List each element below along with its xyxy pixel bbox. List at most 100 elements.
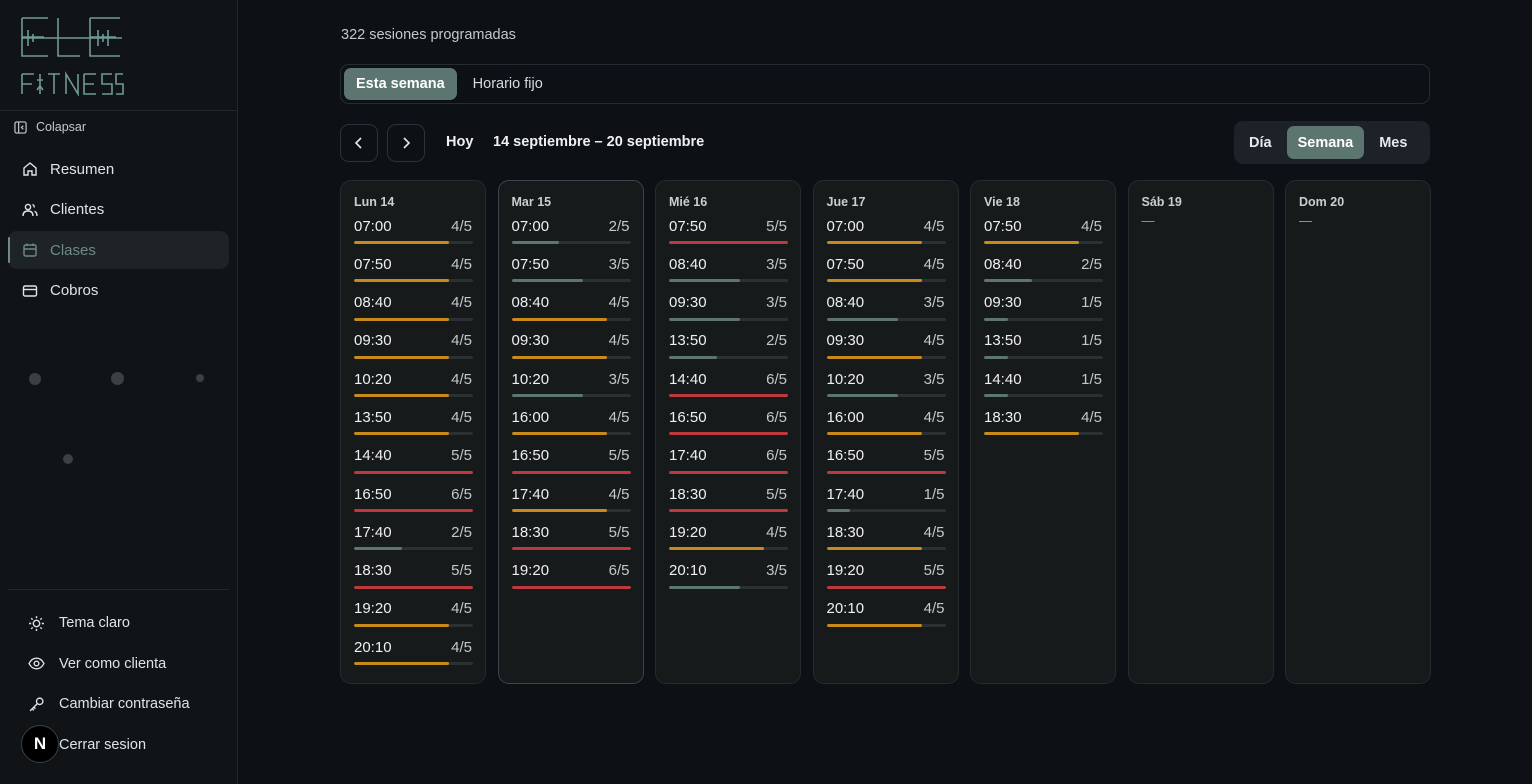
class-session[interactable]: 18:30 5/5 bbox=[354, 560, 473, 598]
session-row: 13:50 2/5 bbox=[669, 330, 787, 352]
session-capacity: 5/5 bbox=[451, 562, 472, 580]
class-session[interactable]: 18:30 5/5 bbox=[511, 521, 631, 559]
session-row: 16:50 5/5 bbox=[827, 445, 945, 467]
class-session[interactable]: 14:40 5/5 bbox=[354, 445, 473, 483]
capacity-bar-fill bbox=[511, 547, 631, 551]
session-capacity: 3/5 bbox=[608, 255, 630, 273]
date-range: 14 septiembre – 20 septiembre bbox=[493, 134, 705, 150]
session-row: 07:50 3/5 bbox=[512, 253, 630, 275]
class-session[interactable]: 19:20 4/5 bbox=[669, 521, 788, 559]
capacity-bar-fill bbox=[669, 585, 741, 589]
class-session[interactable]: 20:10 4/5 bbox=[354, 636, 473, 674]
day-title: Mié 16 bbox=[669, 195, 708, 209]
nav-item-clases[interactable]: Clases bbox=[8, 231, 229, 269]
class-session[interactable]: 18:30 4/5 bbox=[984, 406, 1103, 444]
capacity-bar-fill bbox=[669, 279, 741, 283]
class-session[interactable]: 16:00 4/5 bbox=[511, 406, 631, 444]
class-session[interactable]: 07:50 4/5 bbox=[354, 253, 473, 291]
session-row: 20:10 4/5 bbox=[354, 636, 472, 658]
class-session[interactable]: 19:20 4/5 bbox=[354, 598, 473, 636]
class-session[interactable]: 13:50 1/5 bbox=[984, 330, 1103, 368]
class-session[interactable]: 13:50 4/5 bbox=[354, 406, 473, 444]
class-session[interactable]: 08:40 3/5 bbox=[669, 253, 788, 291]
capacity-bar bbox=[984, 279, 1103, 283]
capacity-bar bbox=[826, 317, 946, 321]
class-session[interactable]: 07:50 4/5 bbox=[984, 215, 1103, 253]
capacity-bar bbox=[354, 585, 473, 589]
capacity-bar bbox=[826, 470, 946, 474]
class-session[interactable]: 17:40 6/5 bbox=[669, 445, 788, 483]
class-session[interactable]: 13:50 2/5 bbox=[669, 330, 788, 368]
class-session[interactable]: 07:50 5/5 bbox=[669, 215, 788, 253]
session-row: 18:30 4/5 bbox=[984, 406, 1102, 428]
session-time: 07:50 bbox=[354, 255, 392, 273]
class-session[interactable]: 17:40 4/5 bbox=[511, 483, 631, 521]
capacity-bar-fill bbox=[826, 279, 922, 283]
class-session[interactable]: 16:50 6/5 bbox=[354, 483, 473, 521]
class-session[interactable]: 16:50 5/5 bbox=[826, 445, 946, 483]
session-time: 16:50 bbox=[669, 408, 707, 426]
session-capacity: 3/5 bbox=[766, 255, 787, 273]
view-month-button[interactable]: Mes bbox=[1368, 126, 1418, 159]
class-session[interactable]: 08:40 2/5 bbox=[984, 253, 1103, 291]
class-session[interactable]: 08:40 4/5 bbox=[354, 292, 473, 330]
view-day-button[interactable]: Día bbox=[1238, 126, 1283, 159]
nav-item-clientes[interactable]: Clientes bbox=[8, 191, 229, 229]
session-row: 20:10 4/5 bbox=[827, 598, 945, 620]
user-avatar[interactable]: N bbox=[21, 725, 59, 763]
class-session[interactable]: 08:40 3/5 bbox=[826, 292, 946, 330]
class-session[interactable]: 20:10 4/5 bbox=[826, 598, 946, 636]
class-session[interactable]: 16:00 4/5 bbox=[826, 406, 946, 444]
class-session[interactable]: 07:50 3/5 bbox=[511, 253, 631, 291]
class-session[interactable]: 09:30 4/5 bbox=[354, 330, 473, 368]
session-row: 08:40 2/5 bbox=[984, 253, 1102, 275]
class-session[interactable]: 20:10 3/5 bbox=[669, 560, 788, 598]
today-button[interactable]: Hoy bbox=[446, 134, 473, 150]
class-session[interactable]: 14:40 1/5 bbox=[984, 368, 1103, 406]
capacity-bar bbox=[511, 279, 631, 283]
class-session[interactable]: 07:00 2/5 bbox=[511, 215, 631, 253]
class-session[interactable]: 07:00 4/5 bbox=[354, 215, 473, 253]
next-week-button[interactable] bbox=[387, 124, 425, 162]
class-session[interactable]: 16:50 6/5 bbox=[669, 406, 788, 444]
class-session[interactable]: 18:30 4/5 bbox=[826, 521, 946, 559]
class-session[interactable]: 10:20 3/5 bbox=[511, 368, 631, 406]
class-session[interactable]: 18:30 5/5 bbox=[669, 483, 788, 521]
nav-item-cobros[interactable]: Cobros bbox=[8, 272, 229, 310]
tab-esta-semana[interactable]: Esta semana bbox=[344, 68, 457, 100]
collapse-button[interactable]: Colapsar bbox=[14, 119, 86, 135]
session-row: 07:50 5/5 bbox=[669, 215, 787, 237]
view-as-client-button[interactable]: Ver como clienta bbox=[28, 644, 228, 685]
session-row: 16:50 5/5 bbox=[512, 445, 630, 467]
session-time: 17:40 bbox=[669, 447, 707, 465]
class-session[interactable]: 16:50 5/5 bbox=[511, 445, 631, 483]
class-session[interactable]: 17:40 1/5 bbox=[826, 483, 946, 521]
tab-horario-fijo[interactable]: Horario fijo bbox=[461, 68, 555, 100]
class-session[interactable]: 09:30 1/5 bbox=[984, 292, 1103, 330]
capacity-bar-fill bbox=[354, 509, 473, 513]
change-password-button[interactable]: Cambiar contraseña bbox=[28, 684, 228, 725]
capacity-bar-fill bbox=[826, 547, 922, 551]
session-row: 10:20 3/5 bbox=[512, 368, 630, 390]
class-session[interactable]: 10:20 3/5 bbox=[826, 368, 946, 406]
class-session[interactable]: 19:20 5/5 bbox=[826, 560, 946, 598]
session-time: 18:30 bbox=[984, 408, 1022, 426]
class-session[interactable]: 10:20 4/5 bbox=[354, 368, 473, 406]
class-session[interactable]: 17:40 2/5 bbox=[354, 521, 473, 559]
prev-week-button[interactable] bbox=[340, 124, 378, 162]
class-session[interactable]: 09:30 4/5 bbox=[826, 330, 946, 368]
theme-toggle-button[interactable]: Tema claro bbox=[28, 603, 228, 644]
class-session[interactable]: 07:00 4/5 bbox=[826, 215, 946, 253]
view-week-button[interactable]: Semana bbox=[1286, 126, 1365, 159]
day-title: Lun 14 bbox=[354, 195, 395, 209]
capacity-bar-fill bbox=[511, 394, 583, 398]
class-session[interactable]: 08:40 4/5 bbox=[511, 292, 631, 330]
class-session[interactable]: 14:40 6/5 bbox=[669, 368, 788, 406]
class-session[interactable]: 07:50 4/5 bbox=[826, 253, 946, 291]
nav-item-resumen[interactable]: Resumen bbox=[8, 150, 229, 188]
capacity-bar bbox=[511, 241, 631, 244]
class-session[interactable]: 09:30 3/5 bbox=[669, 292, 788, 330]
class-session[interactable]: 09:30 4/5 bbox=[511, 330, 631, 368]
session-row: 08:40 3/5 bbox=[669, 253, 787, 275]
class-session[interactable]: 19:20 6/5 bbox=[511, 560, 631, 598]
